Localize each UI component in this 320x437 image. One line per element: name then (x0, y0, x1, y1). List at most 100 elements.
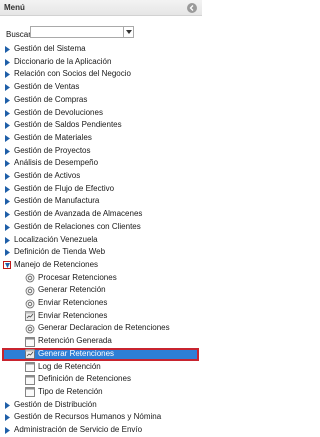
menu-item-manejo-de-retenciones[interactable]: Manejo de Retenciones (0, 259, 202, 272)
menu-item-label: Diccionario de la Aplicación (14, 56, 112, 66)
expand-arrow-icon[interactable] (5, 134, 10, 142)
menu-item-label: Gestión de Avanzada de Almacenes (14, 209, 143, 219)
menu-item-top-11[interactable]: Gestión de Flujo de Efectivo (0, 183, 202, 196)
expand-arrow-icon[interactable] (5, 185, 10, 193)
menu-item-label: Administración de Servicio de Envío (14, 425, 143, 434)
submenu-item-label: Enviar Retenciones (38, 298, 108, 307)
window-icon (25, 362, 35, 372)
menu-item-top-13[interactable]: Gestión de Avanzada de Almacenes (0, 208, 202, 221)
menu-item-top-5[interactable]: Gestión de Devoluciones (0, 107, 202, 120)
submenu-item-label: Generar Declaracion de Retenciones (38, 323, 170, 333)
expand-arrow-icon[interactable] (5, 223, 10, 231)
submenu-item-label: Tipo de Retención (38, 386, 103, 396)
expand-arrow-icon[interactable] (5, 198, 10, 206)
menu-item-top-7[interactable]: Gestión de Materiales (0, 132, 202, 145)
menu-item-label: Gestión de Manufactura (14, 196, 100, 206)
menu-item-top-12[interactable]: Gestión de Manufactura (0, 195, 202, 208)
menu-item-top-6[interactable]: Gestión de Saldos Pendientes (0, 119, 202, 132)
submenu-item-6[interactable]: Generar Retenciones (0, 347, 199, 361)
submenu-item-1[interactable]: Generar Retención (0, 284, 202, 297)
menu-item-label: Localización Venezuela (14, 234, 98, 244)
menu-item-label: Manejo de Retenciones (14, 259, 99, 269)
submenu-item-label: Retención Generada (38, 336, 112, 346)
submenu-item-label: Procesar Retenciones (38, 272, 117, 282)
expand-arrow-icon[interactable] (5, 71, 10, 79)
report-icon (25, 311, 35, 322)
submenu-item-0[interactable]: Procesar Retenciones (0, 272, 202, 285)
menu-item-top-14[interactable]: Gestión de Relaciones con Clientes (0, 221, 202, 234)
expand-arrow-icon[interactable] (5, 46, 10, 53)
menu-item-top-3[interactable]: Gestión de Ventas (0, 81, 202, 94)
process-gear-icon (25, 299, 35, 308)
process-gear-icon (25, 324, 35, 334)
menu-header: Menú (0, 0, 202, 16)
menu-item-label: Relación con Socios del Negocio (14, 69, 131, 79)
menu-item-label: Gestión de Activos (14, 171, 81, 180)
expand-arrow-icon[interactable] (5, 109, 10, 117)
submenu-item-3[interactable]: Enviar Retenciones (0, 310, 202, 323)
menu-item-top-9[interactable]: Análisis de Desempeño (0, 157, 202, 170)
menu-item-label: Gestión de Compras (14, 94, 88, 104)
submenu-item-9[interactable]: Tipo de Retención (0, 386, 202, 399)
collapse-arrow-icon[interactable] (3, 260, 11, 269)
menu-item-label: Gestión de Materiales (14, 132, 92, 142)
menu-item-label: Gestión de Flujo de Efectivo (14, 183, 115, 193)
menu-item-top-8[interactable]: Gestión de Proyectos (0, 145, 202, 158)
expand-arrow-icon[interactable] (5, 401, 10, 409)
menu-item-top-16[interactable]: Definición de Tienda Web (0, 246, 202, 259)
expand-arrow-icon[interactable] (5, 96, 10, 104)
expand-arrow-icon[interactable] (5, 236, 10, 244)
panel-edge (199, 16, 202, 412)
menu-item-label: Gestión de Proyectos (14, 145, 91, 155)
search-input[interactable] (31, 27, 123, 37)
menu-panel: Menú Buscar: Gestión del Sistema Dicciona… (0, 0, 202, 434)
menu-item-top-15[interactable]: Localización Venezuela (0, 234, 202, 247)
chevron-down-icon[interactable] (123, 27, 133, 37)
menu-item-label: Gestión de Saldos Pendientes (14, 120, 122, 130)
menu-item-label: Gestión de Devoluciones (14, 107, 103, 117)
menu-item-after-1[interactable]: Gestión de Recursos Humanos y Nómina (0, 411, 202, 424)
collapse-icon[interactable] (187, 3, 197, 13)
process-gear-icon (25, 286, 35, 296)
process-gear-icon (25, 273, 35, 283)
submenu-item-label: Log de Retención (38, 361, 101, 371)
menu-item-label: Gestión del Sistema (14, 44, 86, 53)
expand-arrow-icon[interactable] (5, 427, 10, 434)
expand-arrow-icon[interactable] (5, 147, 10, 155)
menu-item-label: Gestión de Ventas (14, 82, 80, 92)
menu-item-label: Análisis de Desempeño (14, 158, 99, 168)
submenu-item-label: Generar Retención (38, 285, 106, 295)
menu-item-top-1[interactable]: Diccionario de la Aplicación (0, 56, 202, 69)
submenu-item-2[interactable]: Enviar Retenciones (0, 297, 202, 310)
submenu-item-label: Definición de Retenciones (38, 374, 131, 384)
menu-item-label: Gestión de Distribución (14, 399, 97, 409)
expand-arrow-icon[interactable] (5, 173, 10, 180)
expand-arrow-icon[interactable] (5, 122, 10, 130)
submenu-item-label: Enviar Retenciones (38, 310, 108, 320)
menu-item-top-4[interactable]: Gestión de Compras (0, 94, 202, 107)
expand-arrow-icon[interactable] (5, 249, 10, 257)
submenu-item-7[interactable]: Log de Retención (0, 361, 202, 374)
menu-item-top-2[interactable]: Relación con Socios del Negocio (0, 68, 202, 81)
window-icon (25, 336, 35, 347)
submenu-item-5[interactable]: Retención Generada (0, 335, 202, 348)
menu-item-label: Gestión de Relaciones con Clientes (14, 221, 141, 231)
submenu-item-4[interactable]: Generar Declaracion de Retenciones (0, 322, 202, 335)
submenu-item-8[interactable]: Definición de Retenciones (0, 373, 202, 386)
window-icon (25, 387, 35, 398)
menu-item-top-0[interactable]: Gestión del Sistema (0, 43, 202, 56)
menu-item-label: Gestión de Recursos Humanos y Nómina (14, 412, 162, 422)
menu-item-top-10[interactable]: Gestión de Activos (0, 170, 202, 183)
menu-item-after-2[interactable]: Administración de Servicio de Envío (0, 424, 202, 437)
expand-arrow-icon[interactable] (5, 58, 10, 66)
menu-title: Menú (4, 3, 25, 12)
menu-item-label: Definición de Tienda Web (14, 247, 106, 257)
expand-arrow-icon[interactable] (5, 160, 10, 168)
expand-arrow-icon[interactable] (5, 211, 10, 219)
report-icon (25, 349, 35, 360)
expand-arrow-icon[interactable] (5, 84, 10, 92)
submenu-item-label: Generar Retenciones (38, 348, 115, 358)
expand-arrow-icon[interactable] (5, 414, 10, 422)
menu-item-after-0[interactable]: Gestión de Distribución (0, 399, 202, 412)
search-combobox[interactable] (30, 26, 134, 38)
